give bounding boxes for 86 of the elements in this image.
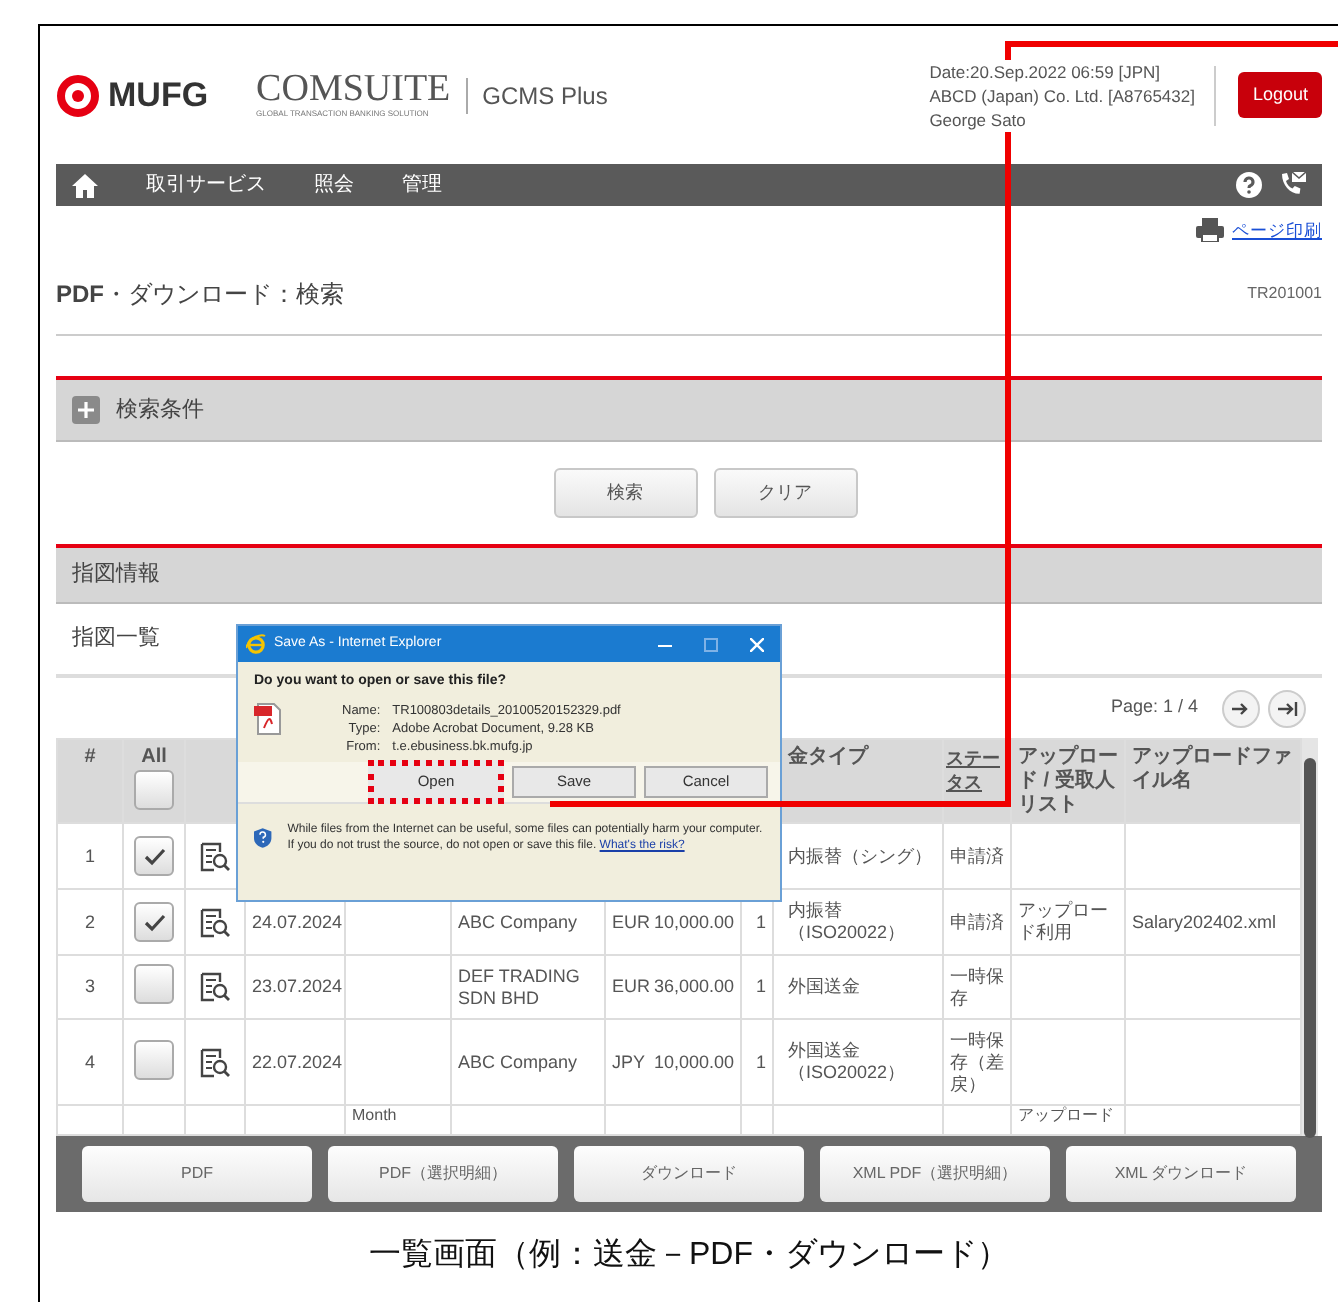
column-header: アップロード / 受取人リスト: [1018, 746, 1118, 816]
list-title: 指図一覧: [72, 624, 160, 655]
pdf-button[interactable]: PDF: [82, 1146, 312, 1202]
expand-icon[interactable]: [72, 396, 100, 424]
status-cell: 一時保存: [950, 965, 1004, 1007]
row-checkbox[interactable]: [134, 1039, 174, 1079]
help-icon[interactable]: [1236, 172, 1262, 198]
column-header: 金タイプ: [788, 746, 868, 768]
row-checkbox[interactable]: [134, 964, 174, 1004]
browser-icon: [246, 634, 266, 654]
logout-button[interactable]: Logout: [1238, 71, 1322, 119]
row-checkbox[interactable]: [134, 836, 174, 876]
clear-button[interactable]: クリア: [713, 468, 857, 518]
check-icon: [143, 847, 165, 865]
status-cell: 申請済: [950, 845, 1004, 865]
count-cell: 1: [755, 1051, 766, 1071]
upload-cell: アップロード利用: [1018, 900, 1108, 942]
phone-mail-icon[interactable]: [1278, 172, 1306, 198]
brand-name: MUFG: [108, 73, 209, 118]
row-number: 3: [84, 976, 95, 996]
amount-cell: 36,000.00: [653, 976, 734, 998]
column-header: アップロードファイル名: [1132, 746, 1292, 792]
currency-cell: JPY: [612, 1051, 646, 1073]
check-icon: [143, 913, 165, 931]
next-page-button[interactable]: [1222, 689, 1260, 727]
date-cell: 22.07.2024: [252, 1051, 343, 1071]
amount-cell: 10,000.00: [653, 1051, 734, 1073]
screen-id: TR201001: [1247, 282, 1322, 306]
download-button[interactable]: ダウンロード: [574, 1146, 804, 1202]
amount-cell: 10,000.00: [653, 911, 734, 933]
app-name: GCMS Plus: [466, 77, 608, 113]
xml-download-button[interactable]: XML ダウンロード: [1066, 1146, 1296, 1202]
logo-icon: [56, 73, 100, 117]
company-cell: ABC Company: [458, 1051, 578, 1071]
column-header: All: [139, 746, 169, 770]
last-page-button[interactable]: [1268, 689, 1306, 727]
detail-icon[interactable]: [200, 841, 230, 871]
page-indicator: Page: 1 / 4: [1110, 694, 1198, 721]
select-all-checkbox[interactable]: [134, 770, 174, 810]
row-number: 4: [84, 1051, 95, 1071]
company-cell: ABC Company: [458, 911, 578, 931]
row-number: 2: [84, 911, 95, 931]
detail-icon[interactable]: [200, 907, 230, 937]
arrow-right-icon: [1232, 701, 1250, 715]
type-cell: 外国送金: [788, 976, 860, 996]
status-cell: 一時保存（差戻）: [950, 1029, 1004, 1093]
date-cell: 23.07.2024: [252, 976, 343, 996]
count-cell: 1: [755, 976, 766, 996]
section-title: 指図情報: [72, 560, 160, 591]
company-cell: DEF TRADING SDN BHD: [458, 965, 580, 1007]
currency-cell: EUR: [612, 911, 651, 933]
user-name: George Sato: [929, 107, 1028, 131]
type-cell: 内振替（シング）: [788, 845, 932, 865]
page-title: PDF・ダウンロード：検索: [56, 278, 344, 312]
column-header: #: [84, 746, 96, 768]
date-cell: 24.07.2024: [252, 911, 343, 931]
table-cell: Month: [352, 1106, 397, 1124]
section-title: 検索条件: [116, 395, 204, 426]
nav-item[interactable]: 取引サービス: [146, 170, 266, 200]
product-name: COMSUITE: [256, 70, 451, 108]
file-name-cell: Salary202402.xml: [1132, 911, 1277, 931]
type-cell: 内振替（ISO20022）: [788, 900, 906, 942]
caption: 一覧画面（例：送金－PDF・ダウンロード）: [369, 1236, 1009, 1276]
pdf-file-icon: [254, 701, 282, 735]
xml-pdf-button[interactable]: XML PDF（選択明細）: [820, 1146, 1050, 1202]
detail-icon[interactable]: [200, 972, 230, 1002]
arrow-last-icon: [1277, 701, 1297, 715]
home-icon[interactable]: [72, 173, 98, 197]
row-number: 1: [84, 845, 95, 865]
upload-cell: アップロード: [1018, 1106, 1114, 1124]
currency-cell: EUR: [612, 976, 651, 998]
search-button[interactable]: 検索: [553, 468, 697, 518]
printer-icon: [1196, 218, 1224, 242]
type-cell: 外国送金（ISO20022）: [788, 1040, 906, 1082]
date-text: Date:20.Sep.2022 06:59 [JPN]: [929, 59, 1162, 83]
scrollbar[interactable]: [1302, 738, 1318, 1136]
pdf-selected-button[interactable]: PDF（選択明細）: [328, 1146, 558, 1202]
nav-item[interactable]: 管理: [402, 170, 442, 200]
close-icon[interactable]: [750, 637, 764, 651]
print-link[interactable]: ページ印刷: [1232, 217, 1322, 243]
nav-item[interactable]: 照会: [314, 170, 354, 200]
count-cell: 1: [755, 911, 766, 931]
status-cell: 申請済: [950, 911, 1004, 931]
detail-icon[interactable]: [200, 1047, 230, 1077]
row-checkbox[interactable]: [134, 902, 174, 942]
company-text: ABCD (Japan) Co. Ltd. [A8765432]: [929, 83, 1195, 107]
